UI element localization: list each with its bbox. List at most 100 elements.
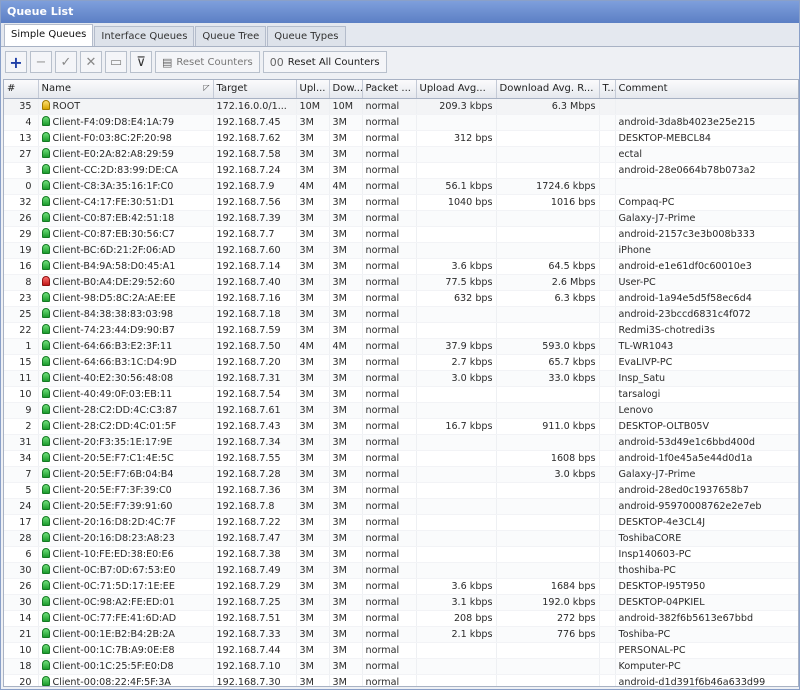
col-download-limit[interactable]: Dow... xyxy=(329,80,363,99)
table-row[interactable]: 17 Client-20:16:D8:2D:4C:7F 192.168.7.22 3M… xyxy=(4,514,798,531)
table-row[interactable]: 32 Client-C4:17:FE:30:51:D1 192.168.7.56 3M… xyxy=(4,194,798,211)
table-row[interactable]: 30 Client-0C:98:A2:FE:ED:01 192.168.7.25 3M… xyxy=(4,594,798,611)
disable-button[interactable]: ✕ xyxy=(80,51,102,73)
table-row[interactable]: 35 ROOT 172.16.0.0/1... 10M 10M normal 209.3 k… xyxy=(4,98,798,115)
col-comment[interactable]: Comment xyxy=(615,80,798,99)
tab-interface-queues[interactable]: Interface Queues xyxy=(94,26,195,46)
col-t[interactable]: T... xyxy=(599,80,616,99)
row-target: 192.168.7.59 xyxy=(213,322,297,339)
row-upload-limit: 3M xyxy=(296,242,330,259)
row-download-avg: 6.3 kbps xyxy=(496,290,600,307)
table-row[interactable]: 14 Client-0C:77:FE:41:6D:AD 192.168.7.51 3M… xyxy=(4,610,798,627)
table-row[interactable]: 20 Client-00:08:22:4F:5F:3A 192.168.7.30 3M… xyxy=(4,674,798,686)
table-row[interactable]: 6 Client-10:FE:ED:38:E0:E6 192.168.7.38 3M 3… xyxy=(4,546,798,563)
table-row[interactable]: 24 Client-20:5E:F7:39:91:60 192.168.7.8 3M 3… xyxy=(4,498,798,515)
col-upload-limit[interactable]: Upl... xyxy=(296,80,330,99)
row-upload-limit: 3M xyxy=(296,498,330,515)
table-row[interactable]: 26 Client-C0:87:EB:42:51:18 192.168.7.39 3M… xyxy=(4,210,798,227)
table-row[interactable]: 1 Client-64:66:B3:E2:3F:11 192.168.7.50 4M 4… xyxy=(4,338,798,355)
queue-status-icon xyxy=(41,547,50,558)
row-t xyxy=(599,338,616,355)
table-row[interactable]: 8 Client-B0:A4:DE:29:52:60 192.168.7.40 3M 3… xyxy=(4,274,798,291)
row-upload-limit: 3M xyxy=(296,386,330,403)
enable-button[interactable]: ✓ xyxy=(55,51,77,73)
row-number: 0 xyxy=(4,178,39,195)
row-download-limit: 3M xyxy=(329,322,363,339)
row-upload-avg xyxy=(416,466,497,483)
add-button[interactable]: + xyxy=(5,51,27,73)
row-number: 14 xyxy=(4,610,39,627)
note-icon: ▭ xyxy=(109,54,123,70)
row-number: 8 xyxy=(4,274,39,291)
row-download-avg: 1608 bps xyxy=(496,450,600,467)
row-packet-marks: normal xyxy=(362,658,417,675)
col-target[interactable]: Target xyxy=(213,80,297,99)
tab-queue-types[interactable]: Queue Types xyxy=(267,26,346,46)
table-row[interactable]: 4 Client-F4:09:D8:E4:1A:79 192.168.7.45 3M 3… xyxy=(4,114,798,131)
table-row[interactable]: 10 Client-40:49:0F:03:EB:11 192.168.7.54 3M… xyxy=(4,386,798,403)
reset-all-counters-button[interactable]: 00 Reset All Counters xyxy=(262,51,387,73)
filter-button[interactable]: ⊽ xyxy=(130,51,152,73)
table-row[interactable]: 7 Client-20:5E:F7:6B:04:B4 192.168.7.28 3M 3… xyxy=(4,466,798,483)
row-download-limit: 3M xyxy=(329,162,363,179)
table-row[interactable]: 23 Client-98:D5:8C:2A:AE:EE 192.168.7.16 3M… xyxy=(4,290,798,307)
table-row[interactable]: 34 Client-20:5E:F7:C1:4E:5C 192.168.7.55 3M… xyxy=(4,450,798,467)
table-row[interactable]: 15 Client-64:66:B3:1C:D4:9D 192.168.7.20 3M… xyxy=(4,354,798,371)
comment-button[interactable]: ▭ xyxy=(105,51,127,73)
col-download-avg[interactable]: Download Avg. R... xyxy=(496,80,600,99)
table-row[interactable]: 26 Client-0C:71:5D:17:1E:EE 192.168.7.29 3M… xyxy=(4,578,798,595)
table-row[interactable]: 22 Client-74:23:44:D9:90:B7 192.168.7.59 3M… xyxy=(4,322,798,339)
row-upload-avg xyxy=(416,146,497,163)
queue-name-label: Client-28:C2:DD:4C:01:5F xyxy=(52,420,177,432)
table-row[interactable]: 25 Client-84:38:38:83:03:98 192.168.7.18 3M… xyxy=(4,306,798,323)
row-download-limit: 3M xyxy=(329,370,363,387)
table-row[interactable]: 21 Client-00:1E:B2:B4:2B:2A 192.168.7.33 3M… xyxy=(4,626,798,643)
row-name: Client-BC:6D:21:2F:06:AD xyxy=(38,242,214,259)
reset-counters-button[interactable]: ▤ Reset Counters xyxy=(155,51,260,73)
row-upload-avg: 1040 bps xyxy=(416,194,497,211)
row-t xyxy=(599,434,616,451)
table-row[interactable]: 9 Client-28:C2:DD:4C:C3:87 192.168.7.61 3M 3… xyxy=(4,402,798,419)
table-row[interactable]: 28 Client-20:16:D8:23:A8:23 192.168.7.47 3M… xyxy=(4,530,798,547)
col-name[interactable]: Name ◸ xyxy=(38,80,214,99)
table-row[interactable]: 2 Client-28:C2:DD:4C:01:5F 192.168.7.43 3M 3… xyxy=(4,418,798,435)
queue-name-label: Client-64:66:B3:1C:D4:9D xyxy=(52,356,177,368)
row-name: Client-B0:A4:DE:29:52:60 xyxy=(38,274,214,291)
row-target: 192.168.7.28 xyxy=(213,466,297,483)
table-row[interactable]: 18 Client-00:1C:25:5F:E0:D8 192.168.7.10 3M… xyxy=(4,658,798,675)
table-row[interactable]: 16 Client-B4:9A:58:D0:45:A1 192.168.7.14 3M… xyxy=(4,258,798,275)
table-row[interactable]: 10 Client-00:1C:7B:A9:0E:E8 192.168.7.44 3M… xyxy=(4,642,798,659)
row-upload-limit: 10M xyxy=(296,98,330,115)
row-upload-avg xyxy=(416,658,497,675)
queue-status-icon xyxy=(41,147,50,158)
row-comment: EvaLIVP-PC xyxy=(615,354,798,371)
col-upload-avg[interactable]: Upload Avg... xyxy=(416,80,497,99)
table-row[interactable]: 11 Client-40:E2:30:56:48:08 192.168.7.31 3M… xyxy=(4,370,798,387)
table-row[interactable]: 29 Client-C0:87:EB:30:56:C7 192.168.7.7 3M 3… xyxy=(4,226,798,243)
row-number: 32 xyxy=(4,194,39,211)
row-download-limit: 3M xyxy=(329,658,363,675)
row-download-limit: 3M xyxy=(329,194,363,211)
col-number[interactable]: # xyxy=(4,80,39,99)
row-target: 192.168.7.24 xyxy=(213,162,297,179)
row-download-avg: 272 bps xyxy=(496,610,600,627)
table-row[interactable]: 5 Client-20:5E:F7:3F:39:C0 192.168.7.36 3M 3… xyxy=(4,482,798,499)
row-download-avg: 6.3 Mbps xyxy=(496,98,600,115)
tab-simple-queues[interactable]: Simple Queues xyxy=(4,24,94,46)
row-download-avg xyxy=(496,210,600,227)
table-row[interactable]: 31 Client-20:F3:35:1E:17:9E 192.168.7.34 3M… xyxy=(4,434,798,451)
col-packet-marks[interactable]: Packet ... xyxy=(362,80,417,99)
table-row[interactable]: 27 Client-E0:2A:82:A8:29:59 192.168.7.58 3M… xyxy=(4,146,798,163)
queue-status-icon xyxy=(41,339,50,350)
table-row[interactable]: 30 Client-0C:B7:0D:67:53:E0 192.168.7.49 3M… xyxy=(4,562,798,579)
row-download-avg: 593.0 kbps xyxy=(496,338,600,355)
table-row[interactable]: 19 Client-BC:6D:21:2F:06:AD 192.168.7.60 3M… xyxy=(4,242,798,259)
table-row[interactable]: 3 Client-CC:2D:83:99:DE:CA 192.168.7.24 3M 3… xyxy=(4,162,798,179)
row-upload-limit: 3M xyxy=(296,354,330,371)
row-upload-limit: 3M xyxy=(296,370,330,387)
queue-status-icon xyxy=(41,179,50,190)
table-row[interactable]: 13 Client-F0:03:8C:2F:20:98 192.168.7.62 3M… xyxy=(4,130,798,147)
tab-queue-tree[interactable]: Queue Tree xyxy=(195,26,267,46)
table-row[interactable]: 0 Client-C8:3A:35:16:1F:C0 192.168.7.9 4M 4M… xyxy=(4,178,798,195)
remove-button[interactable]: − xyxy=(30,51,52,73)
